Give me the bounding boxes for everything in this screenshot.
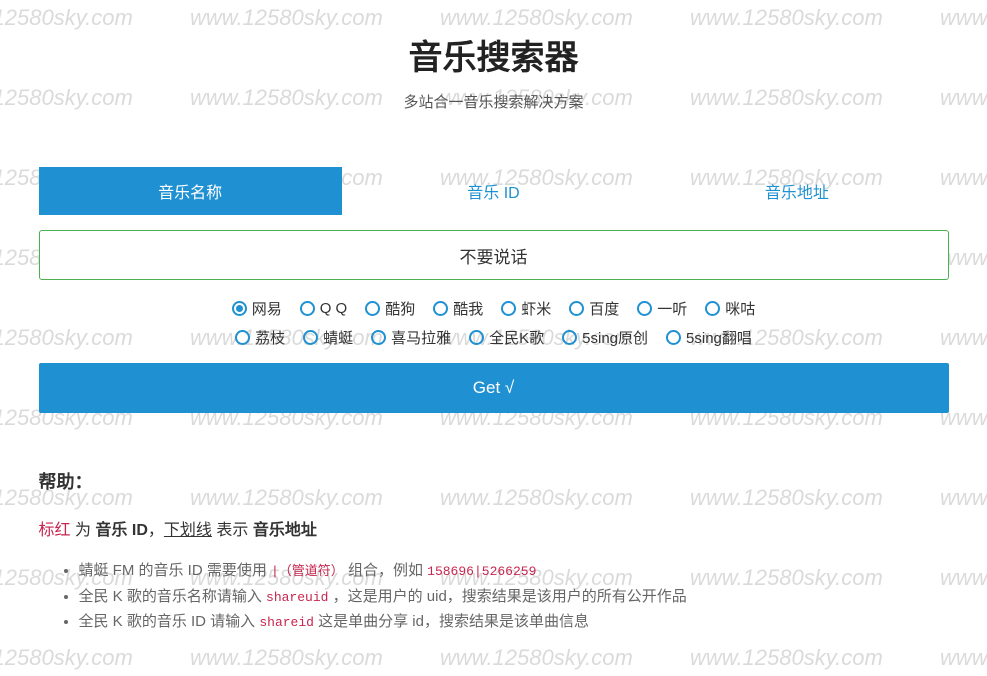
radio-icon [705,301,720,316]
radio-icon [501,301,516,316]
page-subtitle: 多站合一音乐搜索解决方案 [39,91,949,112]
help-list-item: 全民 K 歌的音乐 ID 请输入 shareid 这是单曲分享 id，搜索结果是… [79,609,949,635]
source-radio-喜马拉雅[interactable]: 喜马拉雅 [371,327,451,348]
help-code: |（管道符） [271,564,344,579]
source-radio-一听[interactable]: 一听 [637,298,687,319]
source-radio-酷狗[interactable]: 酷狗 [365,298,415,319]
source-radio-Q Q[interactable]: Q Q [300,298,348,319]
radio-icon [235,330,250,345]
help-list-item: 蜻蜓 FM 的音乐 ID 需要使用 |（管道符） 组合，例如 158696|52… [79,558,949,584]
help-underline-sample: 下划线 [164,522,212,539]
radio-icon [365,301,380,316]
tab-音乐 ID[interactable]: 音乐 ID [342,167,645,215]
help-music-url-label: 音乐地址 [253,522,317,539]
source-radio-5sing翻唱[interactable]: 5sing翻唱 [666,327,752,348]
watermark-text: www.12580sky.com [690,645,883,671]
help-code: shareuid [266,590,328,605]
help-list-item: 全民 K 歌的音乐名称请输入 shareuid ，这是用户的 uid，搜索结果是… [79,584,949,610]
radio-icon [433,301,448,316]
radio-label: 荔枝 [255,327,285,348]
source-radio-5sing原创[interactable]: 5sing原创 [562,327,648,348]
source-radio-咪咕[interactable]: 咪咕 [705,298,755,319]
watermark-text: www.12580sky.com [190,645,383,671]
page-title: 音乐搜索器 [39,30,949,79]
watermark-text: www.12580sky.com [0,645,133,671]
tab-音乐名称[interactable]: 音乐名称 [39,167,342,215]
radio-label: 咪咕 [725,298,755,319]
radio-label: 酷狗 [385,298,415,319]
radio-label: 酷我 [453,298,483,319]
radio-icon [569,301,584,316]
tab-音乐地址[interactable]: 音乐地址 [645,167,948,215]
source-radio-荔枝[interactable]: 荔枝 [235,327,285,348]
help-code: shareid [259,615,314,630]
watermark-text: www.12580sky.com [940,645,987,671]
source-radio-酷我[interactable]: 酷我 [433,298,483,319]
watermark-text: www.12580sky.com [440,645,633,671]
radio-label: 百度 [589,298,619,319]
help-music-id-label: 音乐 ID [95,522,147,539]
help-code: 158696|5266259 [427,564,536,579]
source-radio-百度[interactable]: 百度 [569,298,619,319]
radio-icon [300,301,315,316]
radio-label: 网易 [252,298,282,319]
radio-icon [562,330,577,345]
radio-label: 5sing翻唱 [686,327,752,348]
source-radio-group: 网易 Q Q 酷狗 酷我 虾米 百度 一听 咪咕 荔枝 蜻蜓 喜马拉雅 全民K歌 5sing原创 5si… [39,298,949,348]
radio-icon [303,330,318,345]
radio-icon [232,301,247,316]
radio-icon [371,330,386,345]
help-red-sample: 标红 [39,522,71,539]
radio-icon [666,330,681,345]
source-radio-虾米[interactable]: 虾米 [501,298,551,319]
get-button[interactable]: Get √ [39,363,949,413]
source-radio-全民K歌[interactable]: 全民K歌 [469,327,544,348]
radio-label: 一听 [657,298,687,319]
radio-label: 喜马拉雅 [391,327,451,348]
source-radio-蜻蜓[interactable]: 蜻蜓 [303,327,353,348]
help-list: 蜻蜓 FM 的音乐 ID 需要使用 |（管道符） 组合，例如 158696|52… [39,558,949,635]
radio-label: 5sing原创 [582,327,648,348]
search-input[interactable] [39,230,949,280]
help-heading: 帮助： [39,468,949,494]
radio-label: 虾米 [521,298,551,319]
radio-icon [637,301,652,316]
radio-icon [469,330,484,345]
source-radio-网易[interactable]: 网易 [232,298,282,319]
radio-label: 蜻蜓 [323,327,353,348]
help-legend: 标红 为 音乐 ID，下划线 表示 音乐地址 [39,516,949,540]
radio-label: 全民K歌 [489,327,544,348]
radio-label: Q Q [320,300,348,317]
search-mode-tabs: 音乐名称音乐 ID音乐地址 [39,167,949,215]
